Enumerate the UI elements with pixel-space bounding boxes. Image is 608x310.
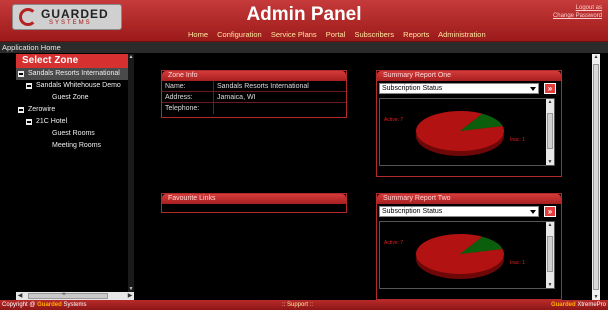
summary-one-chart-scrollbar[interactable]: ▲ ▼: [546, 99, 554, 165]
main-vertical-scrollbar[interactable]: ▲ ▼: [592, 54, 600, 300]
logout-link[interactable]: Logout as: [553, 4, 602, 12]
nav-home[interactable]: Home: [188, 30, 208, 39]
nav-administration[interactable]: Administration: [438, 30, 486, 39]
tree-item-label: Sandals Whitehouse Demo: [36, 82, 121, 89]
support-link[interactable]: :: Support ::: [282, 300, 313, 310]
tree-item[interactable]: 21C Hotel: [16, 116, 134, 128]
zone-info-key: Name:: [162, 81, 214, 91]
sidebar-horizontal-scrollbar[interactable]: ◀ ≡ ▶: [16, 291, 134, 300]
copyright-brand[interactable]: Guarded: [37, 302, 62, 308]
summary-two-select-value: Subscription Status: [382, 208, 443, 215]
scroll-up-icon[interactable]: ▲: [546, 99, 554, 105]
scroll-up-icon[interactable]: ▲: [128, 54, 134, 60]
scroll-down-icon[interactable]: ▼: [546, 282, 554, 288]
nav-reports[interactable]: Reports: [403, 30, 429, 39]
summary-two-select[interactable]: Subscription Status: [379, 206, 539, 217]
main-scroll-thumb[interactable]: [593, 64, 599, 290]
summary-one-pie-chart: Active: 7 Inac: 1: [384, 111, 525, 156]
chart-scroll-thumb[interactable]: [547, 113, 553, 149]
product-name: XtremePro: [577, 302, 606, 308]
tree-item[interactable]: Meeting Rooms: [16, 140, 134, 152]
nav-service-plans[interactable]: Service Plans: [271, 30, 317, 39]
zone-info-row: Telephone:: [162, 103, 346, 114]
summary-report-one-title: Summary Report One: [377, 71, 561, 81]
grip-icon: ≡: [62, 291, 66, 297]
tree-item-label: Guest Zone: [52, 94, 89, 101]
zone-info-panel: Zone Info Name: Sandals Resorts Internat…: [161, 70, 347, 118]
zone-info-title: Zone Info: [162, 71, 346, 81]
zone-info-value: Sandals Resorts International: [217, 83, 309, 90]
zone-info-value: Jamaica, WI: [217, 94, 256, 101]
footer-bar: Copyright @ Guarded Systems :: Support :…: [0, 300, 608, 310]
tree-item-label: Meeting Rooms: [52, 142, 102, 149]
scroll-left-icon[interactable]: ◀: [16, 292, 24, 300]
main-nav: Home Configuration Service Plans Portal …: [188, 30, 493, 39]
summary-two-chart-area: Active: 7 Inac: 1 ▲ ▼: [379, 221, 555, 289]
summary-one-select-value: Subscription Status: [382, 85, 443, 92]
pie-label: Active: 7: [384, 240, 403, 246]
summary-one-chart-area: Active: 7 Inac: 1 ▲ ▼: [379, 98, 555, 166]
account-links: Logout as Change Password: [553, 4, 602, 20]
summary-report-two-panel: Summary Report Two Subscription Status »…: [376, 193, 562, 300]
favourite-links-panel: Favourite Links: [161, 193, 347, 213]
select-zone-heading: Select Zone: [16, 54, 134, 68]
nav-configuration[interactable]: Configuration: [217, 30, 262, 39]
summary-report-two-title: Summary Report Two: [377, 194, 561, 204]
tree-item[interactable]: Sandals Whitehouse Demo: [16, 80, 134, 92]
zone-info-value: [214, 103, 217, 114]
tree-item[interactable]: Guest Zone: [16, 92, 134, 104]
summary-two-chart-scrollbar[interactable]: ▲ ▼: [546, 222, 554, 288]
scroll-up-icon[interactable]: ▲: [592, 54, 600, 60]
tree-item[interactable]: Guest Rooms: [16, 128, 134, 140]
zone-info-key: Address:: [162, 92, 214, 102]
summary-report-one-panel: Summary Report One Subscription Status »…: [376, 70, 562, 177]
pie-label: Inac: 1: [510, 260, 525, 266]
zone-info-key: Telephone:: [162, 103, 214, 114]
tree-item[interactable]: Sandals Resorts International: [16, 68, 134, 80]
collapse-icon[interactable]: [26, 119, 32, 125]
tree-item-label: Zerowire: [28, 106, 56, 113]
scroll-down-icon[interactable]: ▼: [546, 159, 554, 165]
summary-two-pie-chart: Active: 7 Inac: 1: [384, 234, 525, 279]
tree-item-label: 21C Hotel: [36, 118, 68, 125]
copyright-suffix: Systems: [63, 302, 87, 308]
collapse-icon[interactable]: [26, 83, 32, 89]
summary-one-select[interactable]: Subscription Status: [379, 83, 539, 94]
chart-scroll-thumb[interactable]: [547, 236, 553, 272]
collapse-icon[interactable]: [18, 71, 24, 77]
zone-info-table: Name: Sandals Resorts International Addr…: [162, 81, 346, 114]
sidebar-vertical-scrollbar[interactable]: ▲ ▼: [128, 54, 134, 292]
change-password-link[interactable]: Change Password: [553, 12, 602, 20]
zone-tree: Sandals Resorts International Sandals Whi…: [16, 68, 134, 152]
horizontal-scroll-thumb[interactable]: [28, 293, 108, 299]
pie-label: Inac: 1: [510, 137, 525, 143]
zone-sidebar: Select Zone Sandals Resorts Internationa…: [16, 54, 134, 300]
chevron-down-icon: [530, 87, 536, 91]
summary-one-go-button[interactable]: »: [544, 83, 556, 94]
scroll-up-icon[interactable]: ▲: [546, 222, 554, 228]
header-bar: GUARDED SYSTEMS Admin Panel Logout as Ch…: [0, 0, 608, 42]
page-title: Admin Panel: [246, 4, 362, 25]
zone-info-row: Address: Jamaica, WI: [162, 92, 346, 103]
summary-two-go-button[interactable]: »: [544, 206, 556, 217]
pie-label: Active: 7: [384, 117, 403, 123]
nav-portal[interactable]: Portal: [326, 30, 346, 39]
tree-item[interactable]: Zerowire: [16, 104, 134, 116]
copyright-prefix: Copyright @: [2, 302, 36, 308]
footer-copyright: Copyright @ Guarded Systems: [2, 300, 86, 310]
nav-subscribers[interactable]: Subscribers: [354, 30, 394, 39]
zone-info-row: Name: Sandals Resorts International: [162, 81, 346, 92]
collapse-icon[interactable]: [18, 107, 24, 113]
application-home-link[interactable]: Application Home: [0, 42, 608, 53]
tree-item-label: Sandals Resorts International: [28, 70, 120, 77]
tree-item-label: Guest Rooms: [52, 130, 95, 137]
favourite-links-title: Favourite Links: [162, 194, 346, 204]
footer-product: Guarded XtremePro: [551, 300, 606, 310]
scroll-right-icon[interactable]: ▶: [126, 292, 134, 300]
chevron-down-icon: [530, 210, 536, 214]
product-brand[interactable]: Guarded: [551, 302, 576, 308]
